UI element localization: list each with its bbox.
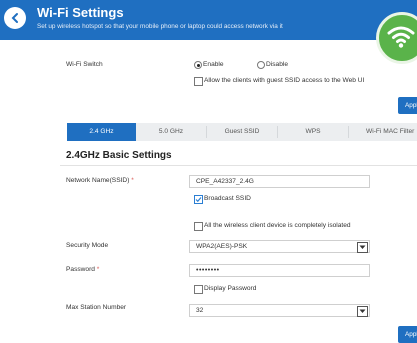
- disable-radio-label[interactable]: Disable: [266, 61, 288, 68]
- tab-wps[interactable]: WPS: [278, 123, 348, 141]
- required-mark: *: [96, 266, 100, 273]
- guest-access-checkbox[interactable]: [194, 77, 203, 86]
- required-mark: *: [131, 177, 134, 184]
- enable-radio[interactable]: [194, 61, 202, 69]
- max-station-label: Max Station Number: [66, 304, 127, 311]
- apply-button-top[interactable]: Apply: [398, 97, 417, 114]
- max-station-dropdown-icon[interactable]: [357, 306, 368, 317]
- display-password-checkbox[interactable]: [194, 285, 203, 294]
- chevron-down-icon: [359, 309, 366, 313]
- client-isolation-label: All the wireless client device is comple…: [204, 222, 351, 229]
- guest-access-label: Allow the clients with guest SSID access…: [204, 77, 365, 84]
- ssid-input[interactable]: CPE_A42337_2.4G: [189, 175, 370, 188]
- password-label: Password *: [66, 266, 100, 273]
- security-mode-label: Security Mode: [66, 242, 109, 249]
- band-tabs: 2.4 GHz 5.0 GHz Guest SSID WPS Wi-Fi MAC…: [67, 123, 417, 141]
- back-button[interactable]: [4, 7, 26, 29]
- broadcast-ssid-checkbox[interactable]: [194, 195, 203, 204]
- chevron-left-icon: [11, 13, 18, 23]
- security-mode-value: WPA2(AES)-PSK: [196, 243, 248, 250]
- wifi-switch-label: Wi-Fi Switch: [66, 61, 103, 68]
- tab-5ghz[interactable]: 5.0 GHz: [136, 123, 206, 141]
- wifi-status-badge: [376, 12, 417, 64]
- client-isolation-checkbox[interactable]: [194, 222, 203, 231]
- page-subtitle: Set up wireless hotspot so that your mob…: [37, 23, 283, 30]
- section-title: 2.4GHz Basic Settings: [66, 150, 172, 161]
- tab-2-4ghz[interactable]: 2.4 GHz: [67, 123, 136, 141]
- max-station-select[interactable]: 32: [189, 304, 370, 317]
- max-station-value: 32: [196, 307, 204, 314]
- check-icon: [195, 197, 202, 203]
- wifi-icon: [387, 26, 415, 48]
- enable-radio-label[interactable]: Enable: [203, 61, 224, 68]
- ssid-label: Network Name(SSID) *: [66, 177, 134, 184]
- apply-button-bottom[interactable]: Apply: [398, 326, 417, 343]
- display-password-label: Display Password: [204, 285, 257, 292]
- security-mode-dropdown-icon[interactable]: [357, 242, 368, 253]
- disable-radio[interactable]: [257, 61, 265, 69]
- page-header: Wi-Fi Settings Set up wireless hotspot s…: [0, 0, 417, 40]
- chevron-down-icon: [359, 245, 366, 249]
- security-mode-select[interactable]: WPA2(AES)-PSK: [189, 240, 370, 253]
- page-title: Wi-Fi Settings: [37, 5, 124, 20]
- broadcast-ssid-label: Broadcast SSID: [204, 195, 251, 202]
- password-input[interactable]: ••••••••: [189, 264, 370, 277]
- tab-wifi-mac-filter[interactable]: Wi-Fi MAC Filter: [349, 123, 417, 141]
- section-divider: [60, 165, 417, 166]
- tab-guest-ssid[interactable]: Guest SSID: [207, 123, 277, 141]
